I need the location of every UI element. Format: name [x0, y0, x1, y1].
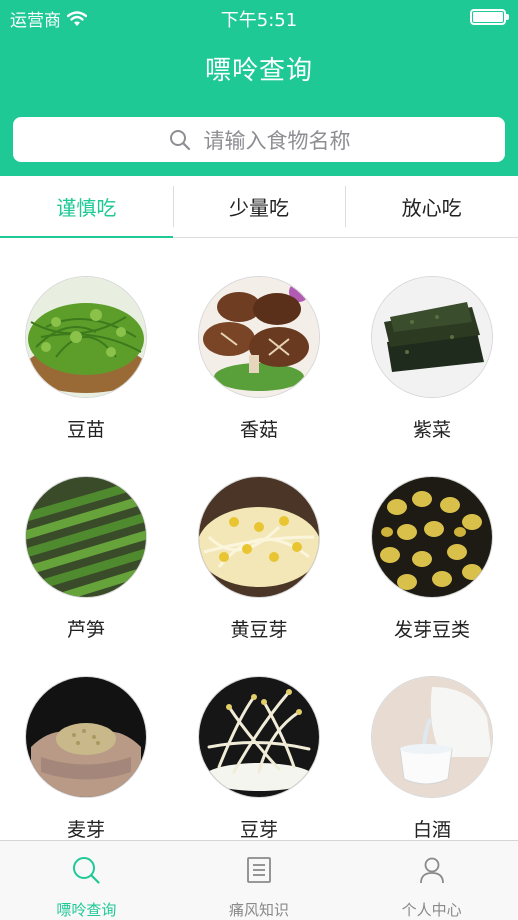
- tabbar-label: 个人中心: [401, 901, 462, 919]
- food-name: 豆芽: [239, 819, 278, 840]
- food-item[interactable]: 豆芽: [173, 638, 345, 840]
- battery-icon: [470, 9, 509, 25]
- tabbar-item-gout-knowledge[interactable]: 痛风知识: [173, 841, 346, 920]
- search-placeholder: 请输入食物名称: [203, 128, 351, 153]
- tabbar-label: 嘌呤查询: [56, 901, 117, 919]
- food-item[interactable]: 黄豆芽: [173, 438, 345, 641]
- tabbar-item-purine-search[interactable]: 嘌呤查询: [0, 841, 173, 920]
- tab-safe[interactable]: 放心吃: [345, 176, 518, 237]
- food-image-shiitake: [198, 276, 320, 398]
- search-icon: [169, 129, 190, 150]
- tabbar-label: 痛风知识: [229, 901, 290, 919]
- search-input[interactable]: 请输入食物名称: [13, 117, 505, 162]
- search-icon: [73, 857, 100, 884]
- food-image-sprouted-beans: [371, 476, 493, 598]
- page-title: 嘌呤查询: [204, 56, 313, 86]
- food-name: 麦芽: [66, 819, 105, 840]
- tab-careful[interactable]: 谨慎吃: [0, 176, 173, 238]
- food-item[interactable]: 香菇: [173, 238, 345, 441]
- bottom-tab-bar: 嘌呤查询 痛风知识 个人中心: [0, 840, 518, 920]
- food-name: 白酒: [412, 819, 451, 840]
- food-image-baijiu: [371, 676, 493, 798]
- food-item[interactable]: 芦笋: [0, 438, 172, 641]
- food-image-asparagus: [25, 476, 147, 598]
- food-item[interactable]: 豆苗: [0, 238, 172, 441]
- food-image-malt: [25, 676, 147, 798]
- food-image-soybean-sprouts: [198, 476, 320, 598]
- status-time: 下午5:51: [220, 10, 298, 31]
- tab-moderate[interactable]: 少量吃: [172, 176, 346, 237]
- food-grid: 豆苗 香菇 紫菜 芦笋 黄豆芽 发芽豆类 麦芽 豆芽 白酒: [0, 238, 518, 840]
- food-image-seaweed: [371, 276, 493, 398]
- food-item[interactable]: 紫菜: [346, 238, 518, 441]
- status-bar: 运营商 下午5:51: [0, 0, 518, 34]
- person-icon: [419, 857, 444, 884]
- category-tabs: 谨慎吃 少量吃 放心吃: [0, 176, 518, 238]
- food-image-bean-sprouts: [198, 676, 320, 798]
- food-image-pea-sprouts: [25, 276, 147, 398]
- food-item[interactable]: 白酒: [346, 638, 518, 840]
- food-item[interactable]: 发芽豆类: [346, 438, 518, 641]
- list-icon: [247, 857, 271, 883]
- nav-header: 运营商 下午5:51 嘌呤查询 请输入食物名称: [0, 0, 518, 176]
- food-item[interactable]: 麦芽: [0, 638, 172, 840]
- tabbar-item-personal-center[interactable]: 个人中心: [345, 841, 518, 920]
